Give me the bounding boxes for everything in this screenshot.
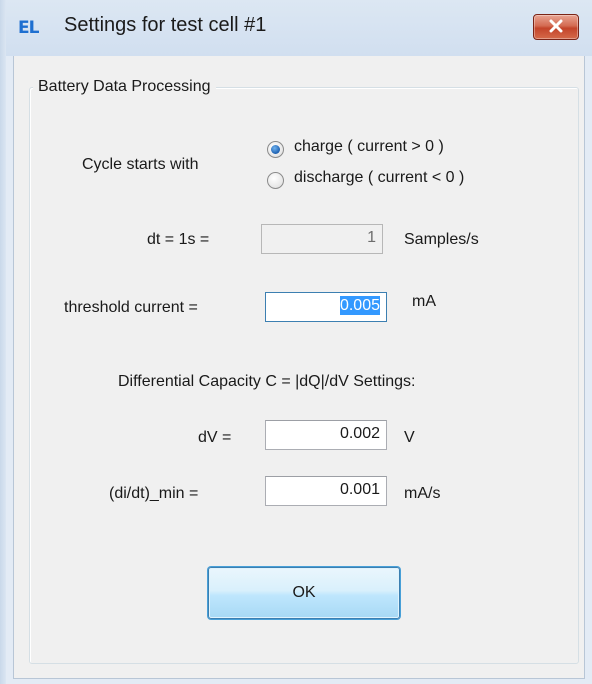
close-button[interactable] — [533, 14, 579, 40]
close-icon — [549, 19, 563, 33]
threshold-unit: mA — [412, 293, 436, 310]
dv-unit: V — [404, 429, 415, 446]
radio-discharge-button[interactable] — [267, 172, 284, 189]
diffcap-heading: Differential Capacity C = |dQ|/dV Settin… — [118, 373, 416, 390]
didt-min-input[interactable]: 0.001 — [265, 476, 387, 506]
radio-discharge-label[interactable]: discharge ( current < 0 ) — [294, 169, 464, 187]
samples-per-second-field: 1 — [261, 224, 383, 254]
threshold-label: threshold current = — [64, 299, 198, 316]
app-logo-icon: EL — [18, 18, 39, 38]
settings-dialog: EL Settings for test cell #1 Battery Dat… — [0, 0, 592, 684]
dt-label: dt = 1s = — [147, 231, 210, 248]
radio-charge-label[interactable]: charge ( current > 0 ) — [294, 138, 444, 156]
dt-unit: Samples/s — [404, 231, 479, 248]
radio-charge-button[interactable] — [267, 141, 284, 158]
window-title: Settings for test cell #1 — [64, 14, 267, 36]
cycle-start-label: Cycle starts with — [82, 156, 199, 173]
group-title: Battery Data Processing — [33, 78, 216, 96]
ok-button[interactable]: OK — [208, 567, 400, 619]
didt-min-label: (di/dt)_min = — [109, 485, 199, 502]
threshold-current-input[interactable]: 0.005 — [265, 292, 387, 322]
didt-min-unit: mA/s — [404, 485, 441, 502]
threshold-value-selection: 0.005 — [339, 296, 380, 315]
dv-label: dV = — [198, 429, 232, 446]
window-left-border — [0, 0, 6, 684]
dv-input[interactable]: 0.002 — [265, 420, 387, 450]
title-bar[interactable]: EL Settings for test cell #1 — [6, 0, 592, 56]
